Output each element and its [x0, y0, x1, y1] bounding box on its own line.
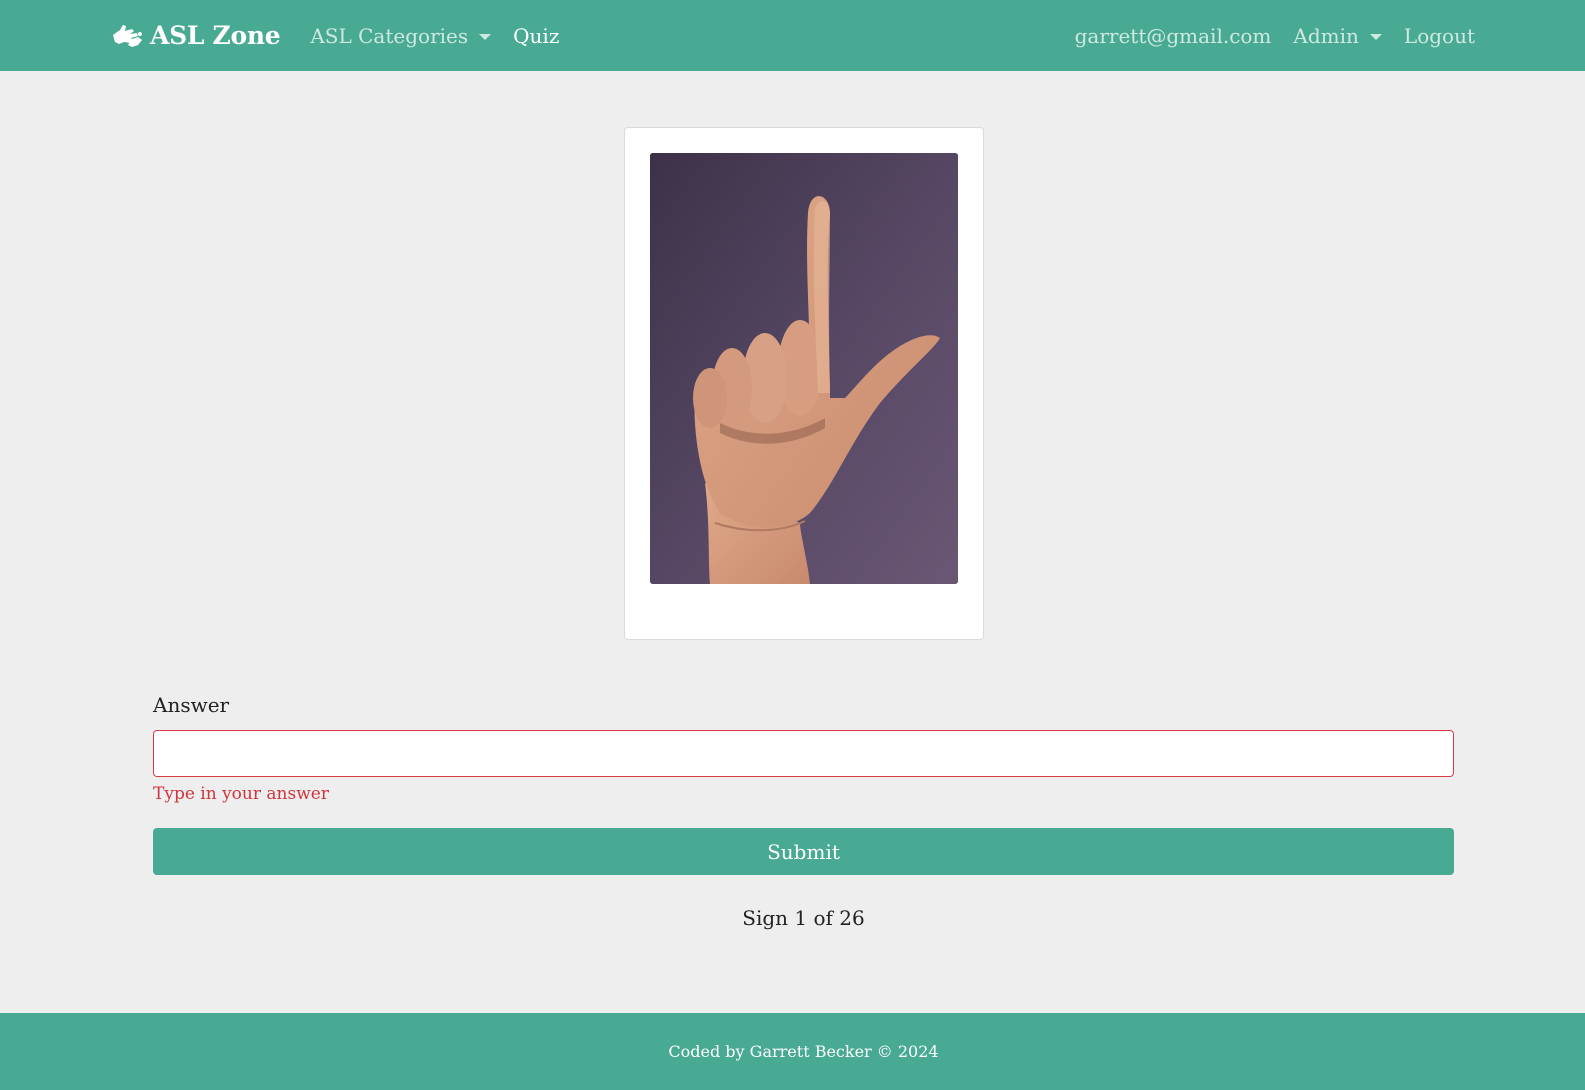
answer-input[interactable]	[153, 730, 1454, 777]
user-email-label: garrett@gmail.com	[1074, 23, 1272, 48]
hand-sign-icon	[110, 21, 144, 51]
nav-logout-link[interactable]: Logout	[1404, 24, 1475, 48]
nav-user-email[interactable]: garrett@gmail.com	[1075, 24, 1272, 48]
answer-validation-message: Type in your answer	[153, 784, 329, 804]
chevron-down-icon	[479, 33, 492, 40]
top-navbar: ASL Zone ASL Categories Quiz garrett@gma…	[0, 0, 1585, 71]
nav-admin-label: Admin	[1293, 23, 1359, 48]
answer-label: Answer	[153, 693, 230, 717]
nav-quiz-label: Quiz	[513, 23, 560, 48]
nav-asl-categories-dropdown[interactable]: ASL Categories	[310, 23, 492, 48]
footer-credit-text: Coded by Garrett Becker © 2024	[668, 1042, 939, 1061]
chevron-down-icon	[1369, 33, 1382, 40]
nav-quiz-link[interactable]: Quiz	[513, 24, 559, 48]
nav-asl-categories-label: ASL Categories	[310, 23, 469, 48]
nav-left-group: ASL Categories Quiz	[310, 24, 559, 48]
page-footer: Coded by Garrett Becker © 2024	[0, 1013, 1585, 1090]
nav-admin-dropdown[interactable]: Admin	[1293, 24, 1382, 48]
brand-link[interactable]: ASL Zone	[110, 21, 281, 51]
brand-title: ASL Zone	[150, 21, 281, 50]
quiz-progress-text: Sign 1 of 26	[742, 906, 865, 930]
asl-hand-sign-image	[650, 153, 958, 584]
sign-card	[624, 127, 984, 640]
nav-right-group: garrett@gmail.com Admin Logout	[1075, 24, 1475, 48]
submit-button[interactable]: Submit	[153, 828, 1454, 875]
nav-logout-label: Logout	[1403, 23, 1475, 48]
